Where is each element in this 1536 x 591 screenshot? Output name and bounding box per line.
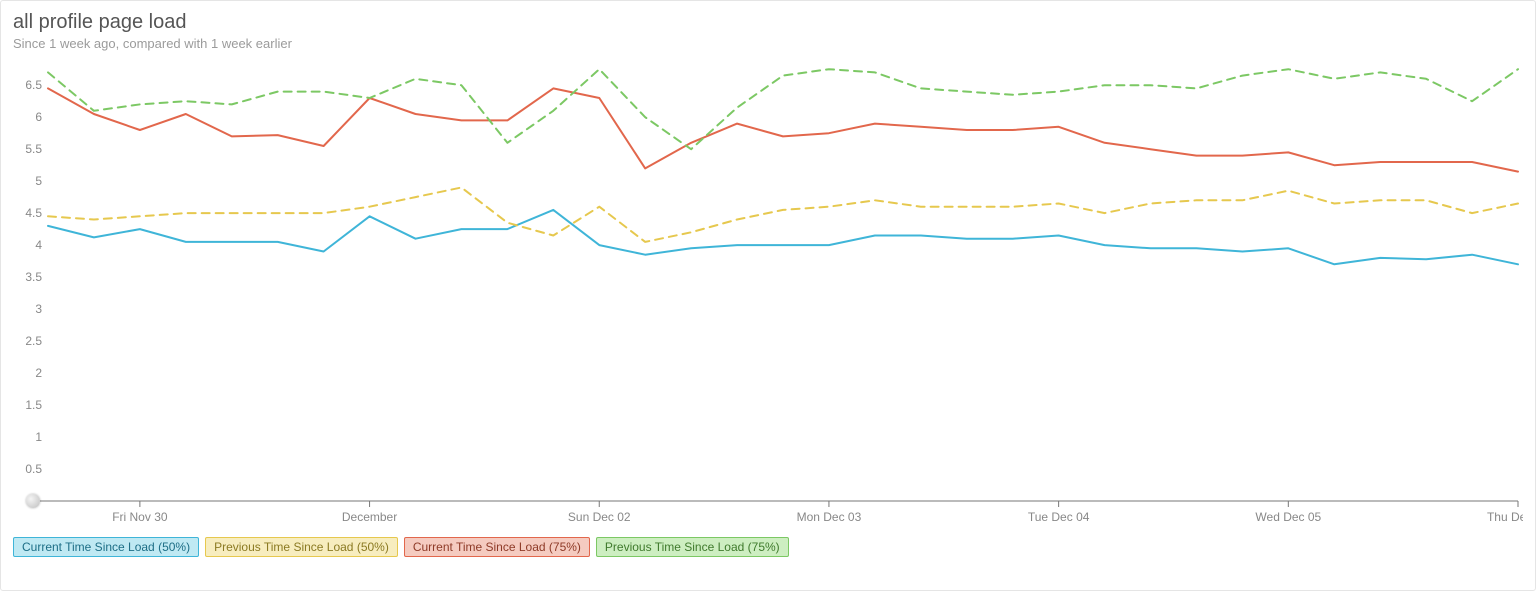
y-tick: 5: [35, 174, 42, 188]
chart-legend: Current Time Since Load (50%) Previous Ti…: [13, 537, 1523, 557]
svg-text:6.5: 6.5: [25, 78, 42, 92]
y-tick: 5.5: [25, 142, 42, 156]
x-tick: Sun Dec 02: [568, 510, 631, 524]
series-previous50: [48, 188, 1518, 242]
series-current50: [48, 210, 1518, 264]
svg-text:5: 5: [35, 174, 42, 188]
svg-text:3: 3: [35, 302, 42, 316]
svg-text:Tue Dec 04: Tue Dec 04: [1028, 510, 1090, 524]
y-tick: 1.5: [25, 398, 42, 412]
svg-text:Fri Nov 30: Fri Nov 30: [112, 510, 168, 524]
time-slider-handle[interactable]: [26, 494, 40, 508]
svg-text:5.5: 5.5: [25, 142, 42, 156]
y-tick: 4.5: [25, 206, 42, 220]
y-tick: 6.5: [25, 78, 42, 92]
y-tick: 1: [35, 430, 42, 444]
y-tick: 3.5: [25, 270, 42, 284]
x-tick: Wed Dec 05: [1255, 510, 1321, 524]
series-current75: [48, 88, 1518, 171]
chart-panel: all profile page load Since 1 week ago, …: [0, 0, 1536, 591]
svg-text:Sun Dec 02: Sun Dec 02: [568, 510, 631, 524]
svg-text:2.5: 2.5: [25, 334, 42, 348]
svg-text:Thu Dec 06: Thu Dec 06: [1487, 510, 1523, 524]
svg-text:1.5: 1.5: [25, 398, 42, 412]
x-tick: Mon Dec 03: [797, 510, 862, 524]
svg-text:2: 2: [35, 366, 42, 380]
line-chart-svg: 0.5 1 1.5 2 2.5 3 3.5 4 4.5 5 5.5 6 6.5 Fri Nov 30 Dec…: [13, 61, 1523, 531]
chart-area[interactable]: 0.5 1 1.5 2 2.5 3 3.5 4 4.5 5 5.5 6 6.5 Fri Nov 30 Dec…: [13, 61, 1523, 531]
legend-item-current75[interactable]: Current Time Since Load (75%): [404, 537, 590, 557]
svg-text:1: 1: [35, 430, 42, 444]
chart-title: all profile page load: [13, 11, 1523, 34]
svg-text:Mon Dec 03: Mon Dec 03: [797, 510, 862, 524]
x-tick: December: [342, 510, 397, 524]
x-tick: Thu Dec 06: [1487, 510, 1523, 524]
y-tick: 2.5: [25, 334, 42, 348]
svg-text:Wed Dec 05: Wed Dec 05: [1255, 510, 1321, 524]
x-tick: Tue Dec 04: [1028, 510, 1090, 524]
y-tick: 0.5: [25, 462, 42, 476]
y-tick: 2: [35, 366, 42, 380]
svg-text:December: December: [342, 510, 397, 524]
y-tick: 3: [35, 302, 42, 316]
legend-item-current50[interactable]: Current Time Since Load (50%): [13, 537, 199, 557]
y-tick: 6: [35, 110, 42, 124]
legend-item-previous75[interactable]: Previous Time Since Load (75%): [596, 537, 789, 557]
svg-text:4: 4: [35, 238, 42, 252]
svg-text:4.5: 4.5: [25, 206, 42, 220]
svg-text:3.5: 3.5: [25, 270, 42, 284]
svg-text:0.5: 0.5: [25, 462, 42, 476]
svg-text:6: 6: [35, 110, 42, 124]
legend-item-previous50[interactable]: Previous Time Since Load (50%): [205, 537, 398, 557]
y-tick: 4: [35, 238, 42, 252]
x-tick: Fri Nov 30: [112, 510, 168, 524]
chart-subtitle: Since 1 week ago, compared with 1 week e…: [13, 36, 1523, 51]
